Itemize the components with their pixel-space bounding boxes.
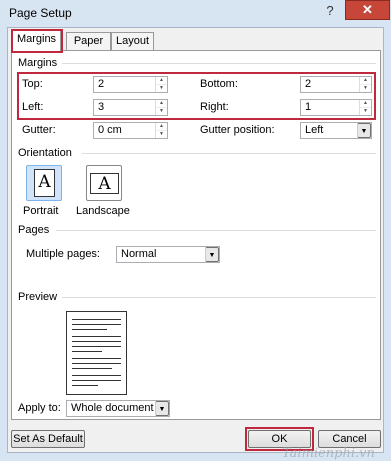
margins-divider [62,63,376,64]
help-button[interactable]: ? [318,1,342,21]
left-spinner-arrows: ▲ ▼ [155,100,167,115]
multiple-pages-value: Normal [121,248,157,260]
preview-line [72,351,102,352]
bottom-margin-value: 2 [305,78,312,90]
preview-line [72,368,112,369]
multiple-pages-select[interactable]: Normal ▼ [116,246,220,263]
preview-line [72,358,121,359]
pages-divider [56,230,376,231]
landscape-page-icon: A [90,173,119,194]
close-button[interactable]: ✕ [345,0,390,20]
spin-up-icon[interactable]: ▲ [360,100,371,107]
gutter-spinner[interactable]: 0 cm ▲ ▼ [93,122,168,139]
apply-to-value: Whole document [71,402,154,414]
top-margin-value: 2 [98,78,105,90]
multiple-pages-label: Multiple pages: [26,248,100,260]
spin-up-icon[interactable]: ▲ [156,77,167,84]
spin-down-icon[interactable]: ▼ [156,107,167,114]
bottom-margin-spinner[interactable]: 2 ▲ ▼ [300,76,372,93]
preview-line [72,341,121,342]
set-as-default-button[interactable]: Set As Default [11,430,85,448]
orientation-section-label: Orientation [18,147,72,159]
preview-line [72,380,121,381]
portrait-page-icon: A [34,169,55,197]
landscape-label: Landscape [76,205,130,217]
tab-paper[interactable]: Paper [66,32,111,50]
bottom-label: Bottom: [200,78,238,90]
right-margin-value: 1 [305,101,312,113]
gutter-spinner-arrows: ▲ ▼ [155,123,167,138]
spin-down-icon[interactable]: ▼ [360,84,371,91]
preview-line [72,375,121,376]
preview-line [72,385,98,386]
watermark-text: Taimienphi.vn [282,446,375,461]
preview-line [72,319,121,320]
gutter-position-select[interactable]: Left ▼ [300,122,372,139]
right-margin-spinner[interactable]: 1 ▲ ▼ [300,99,372,116]
tab-layout[interactable]: Layout [111,32,154,50]
gutter-value: 0 cm [98,124,122,136]
pages-section-label: Pages [18,224,50,236]
spin-up-icon[interactable]: ▲ [156,100,167,107]
title-bar: Page Setup ? ✕ [0,0,391,26]
left-label: Left: [22,101,44,113]
top-label: Top: [22,78,43,90]
page-preview [66,311,127,395]
spin-down-icon[interactable]: ▼ [156,84,167,91]
portrait-label: Portrait [23,205,59,217]
preview-line [72,324,121,325]
landscape-option[interactable]: A [86,165,122,201]
tab-margins[interactable]: Margins [12,30,61,51]
apply-to-select[interactable]: Whole document ▼ [66,400,170,417]
right-label: Right: [200,101,229,113]
chevron-down-icon[interactable]: ▼ [205,247,219,262]
top-margin-spinner[interactable]: 2 ▲ ▼ [93,76,168,93]
preview-line [72,346,121,347]
left-margin-value: 3 [98,101,105,113]
dialog-body: Margins Paper Layout Margins Top: 2 ▲ ▼ … [7,27,384,453]
preview-line [72,336,121,337]
preview-line [72,329,107,330]
orientation-divider [82,153,376,154]
spin-up-icon[interactable]: ▲ [156,123,167,130]
window-title: Page Setup [9,6,72,20]
portrait-option[interactable]: A [26,165,62,201]
apply-to-label: Apply to: [18,402,61,414]
left-margin-spinner[interactable]: 3 ▲ ▼ [93,99,168,116]
preview-line [72,363,121,364]
top-spinner-arrows: ▲ ▼ [155,77,167,92]
preview-divider [62,297,376,298]
margins-section-label: Margins [18,57,58,69]
preview-section-label: Preview [18,291,58,303]
spin-up-icon[interactable]: ▲ [360,77,371,84]
spin-down-icon[interactable]: ▼ [156,130,167,137]
gutter-position-value: Left [305,124,324,136]
right-spinner-arrows: ▲ ▼ [359,100,371,115]
tab-panel: Margins Top: 2 ▲ ▼ Bottom: 2 ▲ ▼ Left: 3… [11,50,381,420]
chevron-down-icon[interactable]: ▼ [357,123,371,138]
gutter-position-label: Gutter position: [200,124,275,136]
spin-down-icon[interactable]: ▼ [360,107,371,114]
gutter-label: Gutter: [22,124,56,136]
bottom-spinner-arrows: ▲ ▼ [359,77,371,92]
chevron-down-icon[interactable]: ▼ [155,401,169,416]
